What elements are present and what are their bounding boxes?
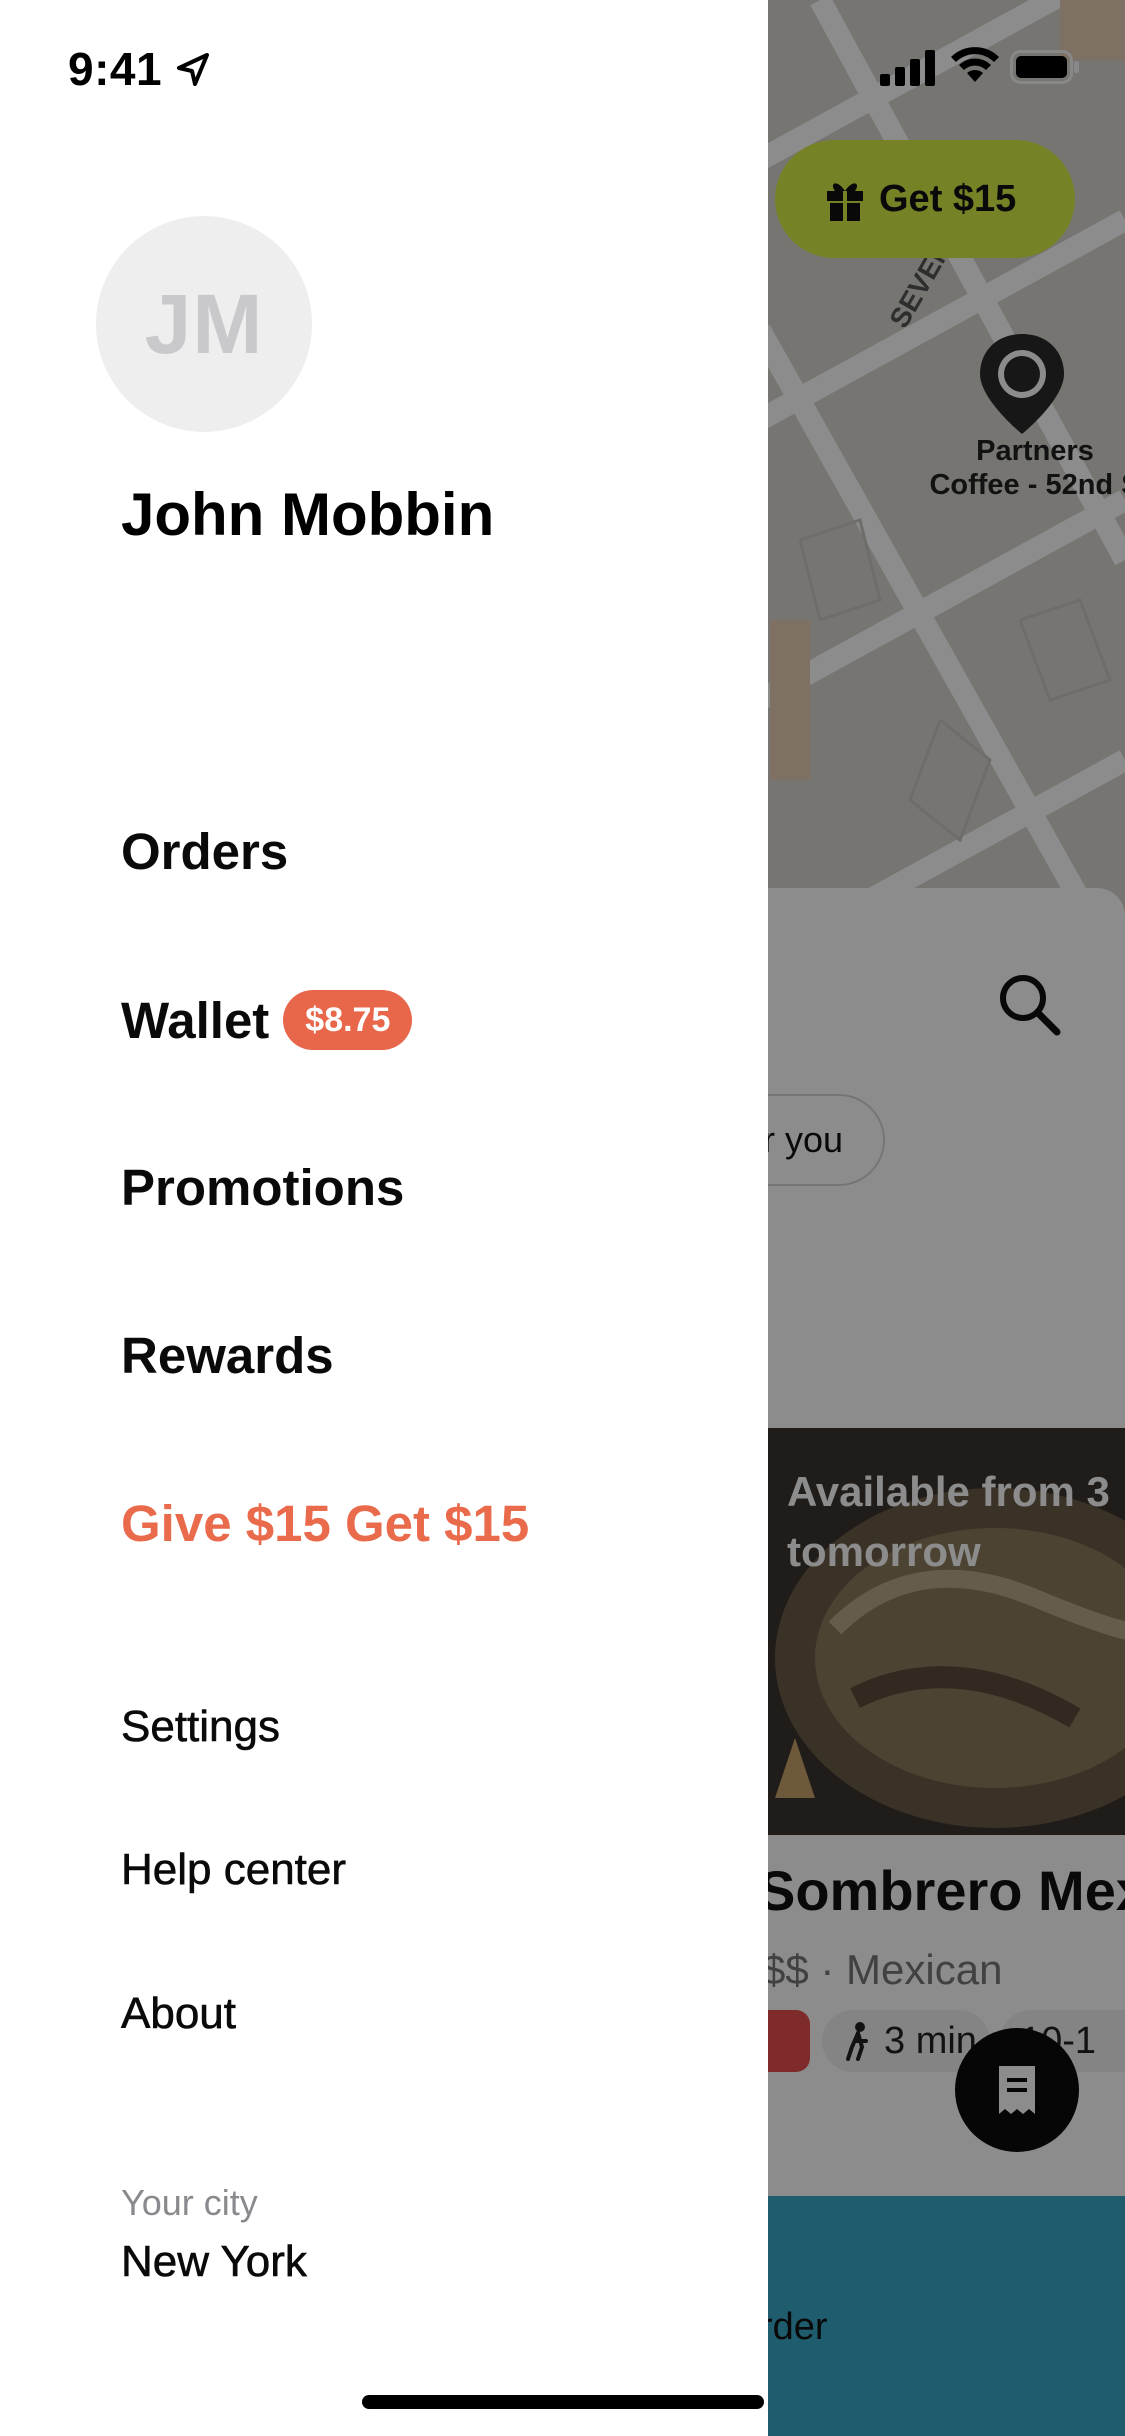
menu-item-wallet-label: Wallet (121, 991, 270, 1049)
status-bar: 9:41 (0, 0, 1125, 135)
user-name[interactable]: John Mobbin (121, 480, 494, 549)
menu-item-about[interactable]: About (121, 1989, 237, 2039)
menu-item-orders-label: Orders (121, 823, 289, 880)
city-selector[interactable]: New York (121, 2237, 307, 2287)
wallet-balance-badge: $8.75 (283, 990, 413, 1050)
menu-item-rewards[interactable]: Rewards (121, 1326, 334, 1385)
menu-item-wallet[interactable]: Wallet $8.75 (121, 990, 413, 1050)
menu-item-orders[interactable]: Orders (121, 822, 288, 881)
menu-item-rewards-label: Rewards (121, 1327, 334, 1384)
battery-icon (1010, 50, 1079, 84)
menu-item-promotions[interactable]: Promotions (121, 1158, 404, 1217)
menu-item-referral-label: Give $15 Get $15 (121, 1495, 530, 1552)
home-indicator[interactable] (362, 2395, 764, 2409)
city-label: Your city (121, 2182, 258, 2223)
avatar-initials: JM (144, 276, 264, 371)
status-time: 9:41 (68, 43, 163, 95)
signal-icon (880, 50, 935, 86)
wifi-icon (951, 47, 999, 82)
location-arrow-icon (177, 53, 209, 86)
menu-item-settings[interactable]: Settings (121, 1702, 281, 1752)
menu-item-help-center[interactable]: Help center (121, 1845, 347, 1895)
menu-item-referral[interactable]: Give $15 Get $15 (121, 1494, 529, 1553)
menu-item-promotions-label: Promotions (121, 1159, 405, 1216)
side-drawer: JM John Mobbin Orders Wallet $8.75 Promo… (0, 0, 768, 2436)
avatar[interactable]: JM (96, 216, 312, 432)
